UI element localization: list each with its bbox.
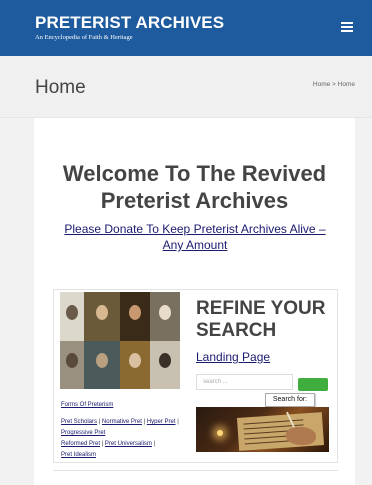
preterism-links: Forms Of Preterism Pret Scholars | Norma… — [61, 400, 186, 461]
donate-link[interactable]: Please Donate To Keep Preterist Archives… — [56, 221, 334, 253]
link-separator: | — [101, 441, 104, 447]
search-tooltip: Search for: — [265, 393, 315, 407]
page-title: Home — [35, 77, 86, 98]
normative-pret-link[interactable]: Normative Pret — [102, 419, 142, 425]
reformed-pret-link[interactable]: Reformed Pret — [61, 441, 100, 447]
welcome-heading: Welcome To The Revived Preterist Archive… — [62, 161, 327, 213]
search-input[interactable] — [196, 374, 293, 390]
link-separator: | — [98, 419, 101, 425]
breadcrumb-current: Home — [337, 81, 355, 88]
link-separator: | — [153, 441, 156, 447]
hyper-pret-link[interactable]: Hyper Pret — [147, 419, 176, 425]
section-divider — [53, 470, 338, 471]
breadcrumb: Home > Home — [313, 81, 355, 88]
pret-scholars-link[interactable]: Pret Scholars — [61, 419, 97, 425]
hamburger-icon[interactable] — [341, 22, 353, 32]
breadcrumb-separator: > — [332, 81, 336, 88]
breadcrumb-home-link[interactable]: Home — [313, 81, 330, 88]
landing-page-link[interactable]: Landing Page — [196, 350, 270, 364]
search-button[interactable] — [298, 378, 328, 391]
link-separator: | — [177, 419, 179, 425]
refine-search-heading: REFINE YOUR SEARCH — [196, 298, 326, 341]
site-title: PRETERIST ARCHIVES — [35, 13, 225, 32]
site-tagline: An Encyclopedia of Faith & Heritage — [35, 34, 133, 41]
progressive-pret-link[interactable]: Progressive Pret — [61, 430, 105, 436]
site-logo[interactable]: PRETERIST ARCHIVES An Encyclopedia of Fa… — [35, 14, 224, 42]
manuscript-candle-image — [196, 407, 329, 452]
forms-of-preterism-link[interactable]: Forms Of Preterism — [61, 402, 113, 408]
pret-universalism-link[interactable]: Pret Universalism — [105, 441, 152, 447]
site-header: PRETERIST ARCHIVES An Encyclopedia of Fa… — [0, 0, 372, 56]
pret-idealism-link[interactable]: Pret Idealism — [61, 452, 96, 458]
link-separator: | — [143, 419, 146, 425]
scholars-collage-image — [60, 292, 180, 389]
